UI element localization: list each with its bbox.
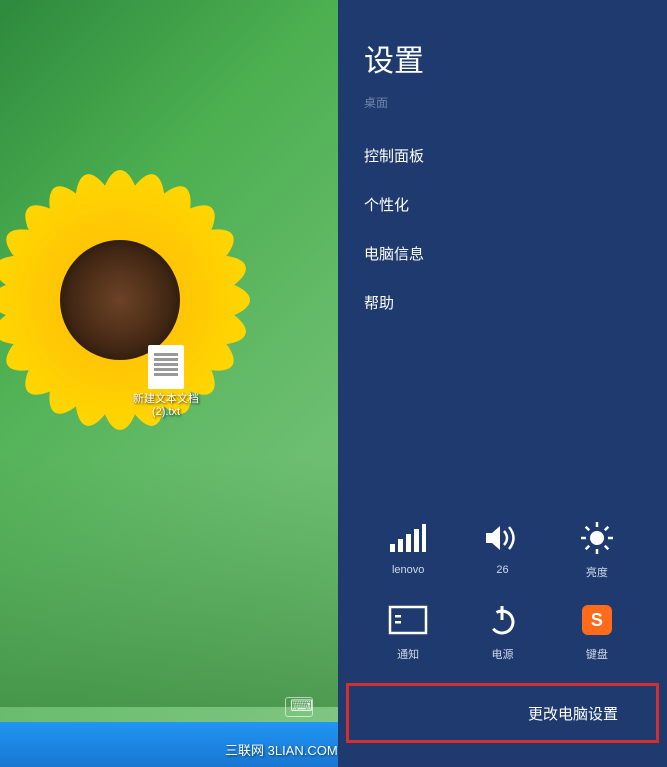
- desktop-wallpaper: 新建文本文档 (2).txt 三联网 3LIAN.COM: [0, 0, 338, 767]
- change-pc-settings-button[interactable]: 更改电脑设置: [346, 683, 659, 743]
- brightness-icon: [555, 518, 639, 558]
- watermark-text: 三联网 3LIAN.COM: [225, 740, 338, 759]
- tile-brightness-label: 亮度: [555, 564, 639, 580]
- file-label: 新建文本文档 (2).txt: [125, 393, 207, 419]
- text-file-icon: [148, 345, 184, 389]
- tile-volume[interactable]: 26: [460, 518, 544, 580]
- tile-network-label: lenovo: [366, 564, 450, 576]
- tile-power[interactable]: 电源: [460, 600, 544, 662]
- tile-network[interactable]: lenovo: [366, 518, 450, 580]
- sogou-badge: S: [582, 605, 612, 635]
- signal-bars-icon: [366, 518, 450, 558]
- settings-charm-panel: 设置 桌面 控制面板 个性化 电脑信息 帮助 lenovo: [338, 0, 667, 767]
- tile-brightness[interactable]: 亮度: [555, 518, 639, 580]
- touch-keyboard-icon[interactable]: [285, 697, 313, 717]
- tile-notifications[interactable]: 通知: [366, 600, 450, 662]
- panel-title: 设置: [338, 0, 667, 94]
- panel-links: 控制面板 个性化 电脑信息 帮助: [338, 131, 667, 327]
- wallpaper-grass: [0, 457, 338, 707]
- link-help[interactable]: 帮助: [364, 278, 667, 327]
- tile-power-label: 电源: [460, 646, 544, 662]
- tile-keyboard-label: 键盘: [555, 646, 639, 662]
- link-control-panel[interactable]: 控制面板: [364, 131, 667, 180]
- speaker-icon: [460, 518, 544, 558]
- tile-volume-label: 26: [460, 564, 544, 576]
- power-icon: [460, 600, 544, 640]
- wallpaper-sunflower: [0, 130, 290, 470]
- notifications-icon: [366, 600, 450, 640]
- change-pc-settings-label: 更改电脑设置: [528, 703, 618, 724]
- tile-keyboard[interactable]: S 键盘: [555, 600, 639, 662]
- ime-icon: S: [555, 600, 639, 640]
- tile-notifications-label: 通知: [366, 646, 450, 662]
- link-personalization[interactable]: 个性化: [364, 180, 667, 229]
- settings-tiles: lenovo 26: [338, 518, 667, 662]
- panel-subtitle: 桌面: [338, 94, 667, 131]
- link-pc-info[interactable]: 电脑信息: [364, 229, 667, 278]
- desktop-file-icon[interactable]: 新建文本文档 (2).txt: [125, 345, 207, 419]
